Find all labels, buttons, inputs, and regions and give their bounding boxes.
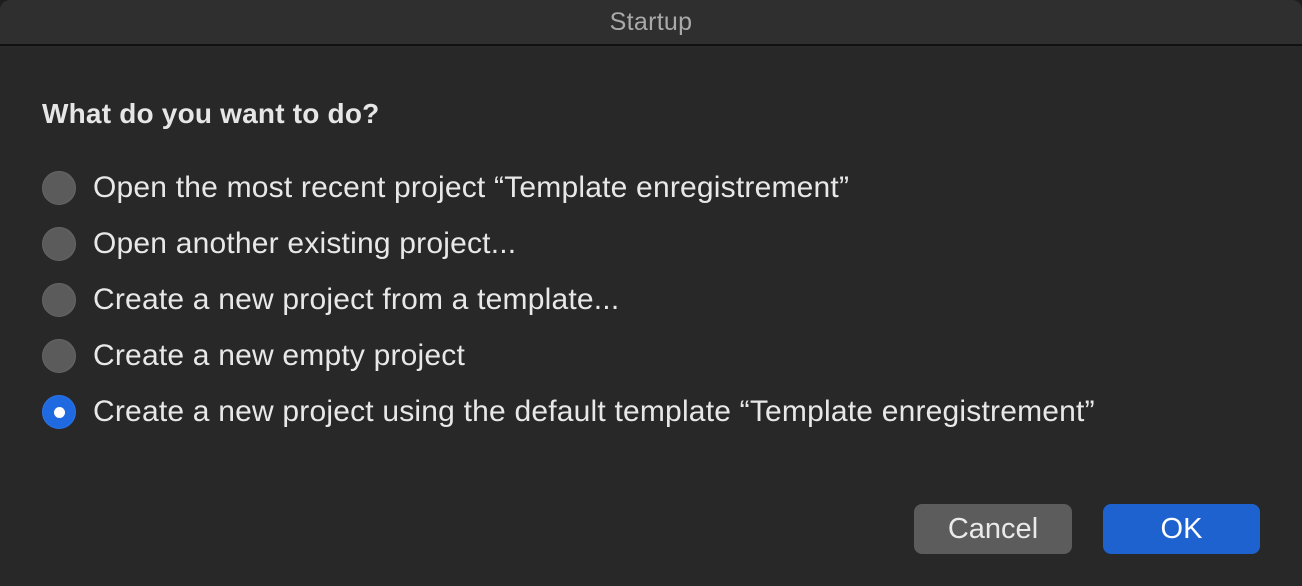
title-bar[interactable]: Startup bbox=[0, 0, 1302, 46]
option-label[interactable]: Create a new empty project bbox=[93, 339, 465, 373]
option-label[interactable]: Create a new project from a template... bbox=[93, 283, 619, 317]
window-title: Startup bbox=[609, 8, 693, 36]
option-new-empty-project[interactable]: Create a new empty project bbox=[42, 328, 465, 384]
option-label[interactable]: Create a new project using the default t… bbox=[93, 395, 1095, 429]
radio-button-open-existing[interactable] bbox=[42, 227, 76, 261]
option-label[interactable]: Open another existing project... bbox=[93, 227, 516, 261]
radio-button-new-default-template[interactable] bbox=[42, 395, 76, 429]
radio-button-open-recent[interactable] bbox=[42, 171, 76, 205]
ok-button[interactable]: OK bbox=[1103, 504, 1260, 554]
startup-dialog: Startup What do you want to do? Open the… bbox=[0, 0, 1302, 586]
option-open-existing-project[interactable]: Open another existing project... bbox=[42, 216, 516, 272]
option-new-from-template[interactable]: Create a new project from a template... bbox=[42, 272, 619, 328]
option-new-default-template[interactable]: Create a new project using the default t… bbox=[42, 384, 1095, 440]
radio-button-new-empty[interactable] bbox=[42, 339, 76, 373]
cancel-button[interactable]: Cancel bbox=[914, 504, 1072, 554]
radio-button-new-from-template[interactable] bbox=[42, 283, 76, 317]
option-open-recent-project[interactable]: Open the most recent project “Template e… bbox=[42, 160, 849, 216]
option-label[interactable]: Open the most recent project “Template e… bbox=[93, 171, 849, 205]
question-heading: What do you want to do? bbox=[42, 98, 380, 129]
